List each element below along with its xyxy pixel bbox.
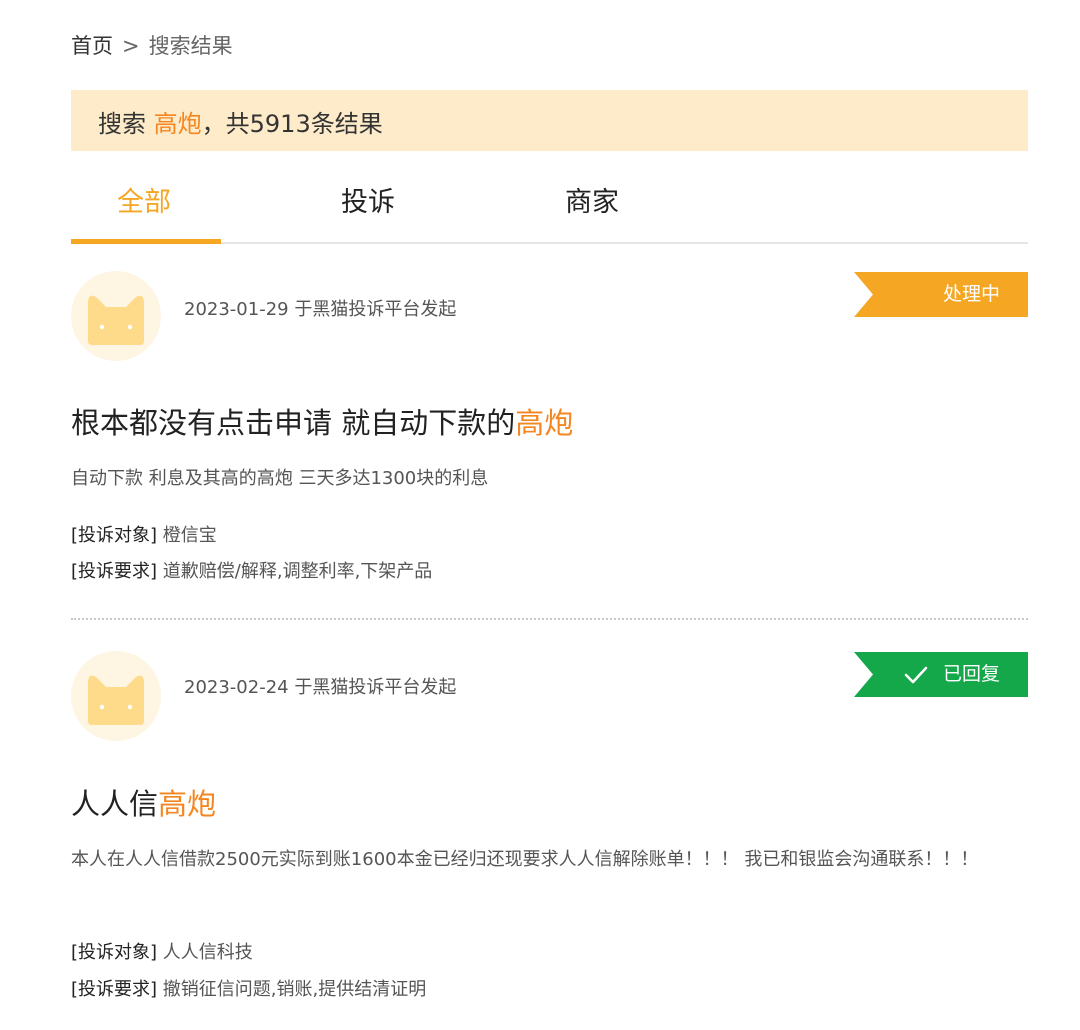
avatar [71,651,161,741]
complaint-card[interactable]: 2023-02-24 于黑猫投诉平台发起 已回复 人人信高炮 本人在人人信借款2… [71,650,1028,1020]
complaint-card[interactable]: 2023-01-29 于黑猫投诉平台发起 处理中 根本都没有点击申请 就自动下款… [71,270,1028,622]
status-label: 已回复 [942,663,1000,685]
complaint-demand-value: 道歉赔偿/解释,调整利率,下架产品 [162,561,433,582]
breadcrumb-separator: > [122,34,140,58]
cat-avatar-icon [88,295,144,345]
search-summary-text: 搜索 高炮，共5913条结果 [98,104,383,139]
complaint-title-keyword: 高炮 [515,406,574,440]
search-keyword: 高炮 [153,110,202,138]
breadcrumb-home-link[interactable]: 首页 [71,34,113,58]
complaint-meta: 2023-01-29 于黑猫投诉平台发起 [184,299,457,320]
status-badge: 处理中 [854,272,1028,317]
divider [71,618,1028,620]
complaint-target-value: 人人信科技 [162,942,253,963]
complaint-demand-key: [投诉要求] [71,561,158,582]
cat-avatar-icon [88,675,144,725]
complaint-demand-value: 撤销征信问题,销账,提供结清证明 [162,979,427,1000]
complaint-title-keyword: 高炮 [158,787,217,821]
complaint-demand: [投诉要求] 撤销征信问题,销账,提供结清证明 [71,975,426,1001]
avatar [71,271,161,361]
tab-all[interactable]: 全部 [117,180,171,219]
status-badge: 已回复 [854,652,1028,697]
complaint-description: 本人在人人信借款2500元实际到账1600本金已经归还现要求人人信解除账单！！！… [71,849,979,870]
complaint-title[interactable]: 人人信高炮 [71,781,216,823]
complaint-target: [投诉对象] 橙信宝 [71,521,217,547]
complaint-demand-key: [投诉要求] [71,979,158,1000]
complaint-title-text: 人人信 [71,787,159,821]
complaint-target-key: [投诉对象] [71,942,158,963]
complaint-target-key: [投诉对象] [71,525,158,546]
status-label: 处理中 [942,283,1000,305]
complaint-title-text: 根本都没有点击申请 就自动下款的 [71,406,516,440]
breadcrumb-current: 搜索结果 [148,34,233,58]
breadcrumb: 首页 > 搜索结果 [71,30,233,60]
search-prefix: 搜索 [98,110,146,138]
tab-complaints[interactable]: 投诉 [341,180,395,219]
complaint-description: 自动下款 利息及其高的高炮 三天多达1300块的利息 [71,468,489,489]
search-count: ，共5913条结果 [201,110,383,138]
active-tab-indicator [71,239,221,244]
complaint-title[interactable]: 根本都没有点击申请 就自动下款的高炮 [71,400,573,442]
complaint-target-value: 橙信宝 [162,525,217,546]
complaint-demand: [投诉要求] 道歉赔偿/解释,调整利率,下架产品 [71,557,432,583]
complaint-meta: 2023-02-24 于黑猫投诉平台发起 [184,677,457,698]
search-summary-banner: 搜索 高炮，共5913条结果 [71,90,1028,151]
result-tabs: 全部 投诉 商家 [71,168,1028,244]
tab-merchants[interactable]: 商家 [565,180,619,219]
complaint-target: [投诉对象] 人人信科技 [71,938,253,964]
